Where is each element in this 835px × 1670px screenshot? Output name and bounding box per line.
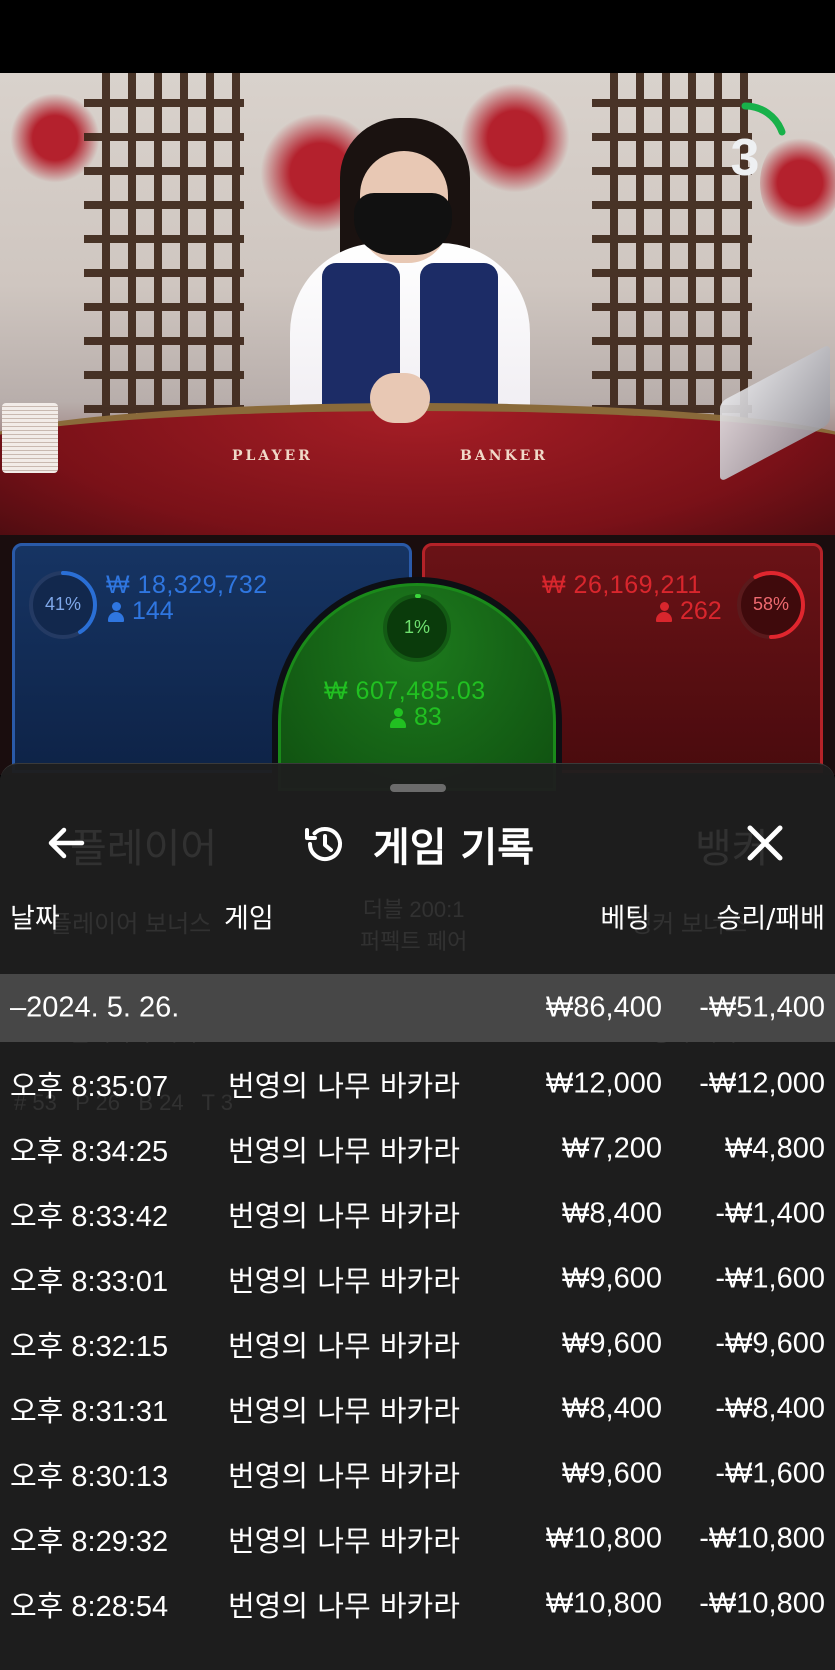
baccarat-table (0, 403, 835, 543)
history-row-game: 번영의 나무 바카라 (228, 1524, 460, 1558)
day-summary-bet: ₩86,400 (545, 991, 662, 1024)
history-row-result: -₩1,600 (715, 1457, 825, 1490)
close-icon[interactable] (740, 818, 790, 868)
player-percent: 41% (44, 594, 82, 614)
history-row-bet: ₩9,600 (562, 1262, 662, 1295)
history-row-result: -₩10,800 (699, 1587, 825, 1620)
player-bettor-count: 144 (108, 597, 174, 626)
person-icon (108, 601, 124, 622)
player-total-amount: ₩ 18,329,732 (106, 571, 268, 599)
banker-count-value: 262 (680, 597, 722, 625)
column-header-date: 날짜 (10, 903, 60, 935)
history-row-bet: ₩9,600 (562, 1327, 662, 1360)
history-table-header: 날짜 게임 베팅 승리/패배 (0, 882, 835, 950)
person-icon (656, 601, 672, 622)
history-row-bet: ₩10,800 (545, 1522, 662, 1555)
dealer-hands (370, 373, 430, 423)
betting-area: 41% ₩ 18,329,732 144 58% ₩ 26,169,211 26… (0, 535, 835, 797)
history-row-time: 오후 8:32:15 (10, 1331, 169, 1363)
history-clock-icon (304, 827, 342, 861)
felt-label-player: PLAYER (232, 448, 313, 464)
banker-total-amount: ₩ 26,169,211 (542, 571, 702, 599)
history-row-time: 오후 8:35:07 (10, 1071, 169, 1103)
history-row[interactable]: 오후 8:32:15 번영의 나무 바카라 ₩9,600 -₩9,600 (0, 1310, 835, 1378)
history-row-time: 오후 8:33:01 (10, 1266, 169, 1298)
game-history-sheet: 플레이어 뱅커 플레이어 보너스 더블 200:1 퍼펙트 페어 뱅커 보너스 … (0, 763, 835, 1670)
history-row-bet: ₩7,200 (562, 1132, 662, 1165)
history-row-bet: ₩8,400 (562, 1197, 662, 1230)
player-count-value: 144 (132, 597, 174, 625)
dealer-mask (354, 193, 452, 255)
person-icon (390, 707, 406, 728)
history-row-game: 번영의 나무 바카라 (228, 1589, 460, 1623)
history-row[interactable]: 오후 8:31:31 번영의 나무 바카라 ₩8,400 -₩8,400 (0, 1375, 835, 1443)
history-row-result: -₩8,400 (715, 1392, 825, 1425)
history-row[interactable]: 오후 8:30:13 번영의 나무 바카라 ₩9,600 -₩1,600 (0, 1440, 835, 1508)
history-row-time: 오후 8:29:32 (10, 1526, 169, 1558)
history-row-game: 번영의 나무 바카라 (228, 1264, 460, 1298)
tie-percent: 1% (403, 617, 430, 637)
history-row[interactable]: 오후 8:34:25 번영의 나무 바카라 ₩7,200 ₩4,800 (0, 1115, 835, 1183)
history-row[interactable]: 오후 8:33:42 번영의 나무 바카라 ₩8,400 -₩1,400 (0, 1180, 835, 1248)
day-summary-result: -₩51,400 (699, 991, 825, 1024)
decor-blossom (460, 83, 570, 193)
tie-total-amount: ₩ 607,485.03 (324, 677, 486, 705)
history-row-game: 번영의 나무 바카라 (228, 1394, 460, 1428)
day-summary-row[interactable]: –2024. 5. 26. ₩86,400 -₩51,400 (0, 974, 835, 1042)
sheet-title: 게임 기록 (372, 825, 535, 871)
history-row-result: -₩1,400 (715, 1197, 825, 1230)
history-row-result: -₩1,600 (715, 1262, 825, 1295)
column-header-result: 승리/패배 (716, 903, 825, 935)
history-row-game: 번영의 나무 바카라 (228, 1134, 460, 1168)
history-row-game: 번영의 나무 바카라 (228, 1329, 460, 1363)
tie-bettor-count: 83 (390, 703, 442, 732)
banker-bettor-count: 262 (656, 597, 722, 626)
history-row[interactable]: 오후 8:35:07 번영의 나무 바카라 ₩12,000 -₩12,000 (0, 1050, 835, 1118)
history-row-bet: ₩10,800 (545, 1587, 662, 1620)
history-row-bet: ₩12,000 (545, 1067, 662, 1100)
history-row[interactable]: 오후 8:33:01 번영의 나무 바카라 ₩9,600 -₩1,600 (0, 1245, 835, 1313)
history-row-time: 오후 8:33:42 (10, 1201, 169, 1233)
history-row-time: 오후 8:28:54 (10, 1591, 169, 1623)
felt-label-banker: BANKER (460, 448, 548, 464)
history-row-result: ₩4,800 (725, 1132, 825, 1165)
history-row-bet: ₩8,400 (562, 1392, 662, 1425)
history-row-game: 번영의 나무 바카라 (228, 1199, 460, 1233)
sheet-header: 게임 기록 (0, 816, 835, 872)
column-header-game: 게임 (224, 903, 274, 935)
card-deck (2, 403, 58, 473)
history-row-result: -₩10,800 (699, 1522, 825, 1555)
column-header-bet: 베팅 (600, 903, 650, 935)
day-summary-date: –2024. 5. 26. (10, 991, 180, 1024)
history-row-game: 번영의 나무 바카라 (228, 1069, 460, 1103)
history-row-result: -₩9,600 (715, 1327, 825, 1360)
sheet-drag-handle[interactable] (390, 784, 446, 792)
countdown-timer: 3 (730, 129, 760, 187)
banker-percent: 58% (752, 594, 790, 614)
tie-count-value: 83 (414, 703, 442, 731)
history-row[interactable]: 오후 8:28:54 번영의 나무 바카라 ₩10,800 -₩10,800 (0, 1570, 835, 1638)
history-row-bet: ₩9,600 (562, 1457, 662, 1490)
history-row-time: 오후 8:31:31 (10, 1396, 169, 1428)
history-row-game: 번영의 나무 바카라 (228, 1459, 460, 1493)
history-row-time: 오후 8:34:25 (10, 1136, 169, 1168)
history-row-result: -₩12,000 (699, 1067, 825, 1100)
history-row[interactable]: 오후 8:29:32 번영의 나무 바카라 ₩10,800 -₩10,800 (0, 1505, 835, 1573)
history-row-time: 오후 8:30:13 (10, 1461, 169, 1493)
